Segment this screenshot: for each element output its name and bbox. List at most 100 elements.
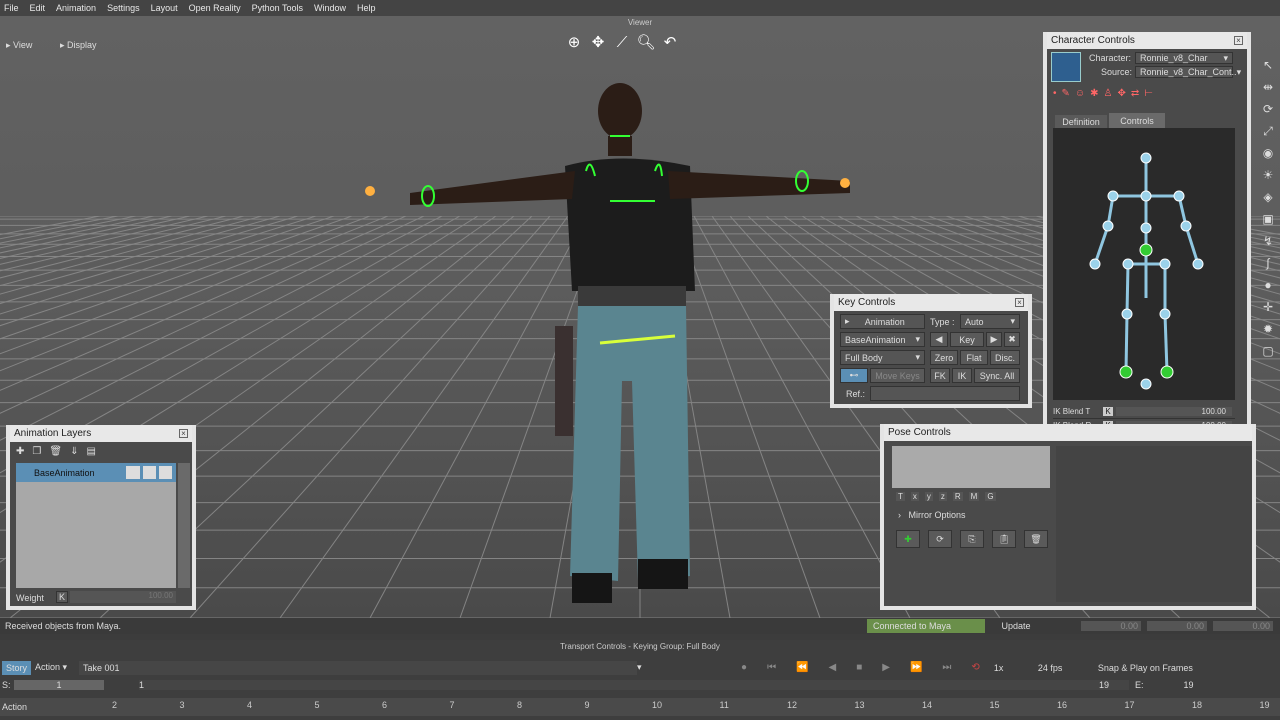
menu-item[interactable]: Animation <box>56 3 96 13</box>
next-frame-icon[interactable]: ⏩ <box>910 662 922 673</box>
character-logo-icon[interactable] <box>1051 52 1081 82</box>
stop-icon[interactable]: ■ <box>856 662 862 673</box>
scale-icon[interactable]: ⤢ <box>1260 124 1276 140</box>
pose-thumbnail-area[interactable] <box>892 446 1050 488</box>
layer-dropdown[interactable]: BaseAnimation ▾ <box>840 332 925 347</box>
action-dropdown[interactable]: Action ▾ <box>31 660 77 675</box>
add-pose-icon[interactable]: ✚ <box>896 530 920 548</box>
duplicate-layer-icon[interactable]: ❐ <box>32 446 41 457</box>
release-icon[interactable]: ⊢ <box>1144 88 1153 104</box>
display-menu-button[interactable]: ▸ Display <box>60 38 97 52</box>
key-mode-icon[interactable]: ⊷ <box>840 368 868 383</box>
tab-definition[interactable]: Definition <box>1055 115 1107 128</box>
source-dropdown[interactable]: Ronnie_v8_Char_Cont.. ▾ <box>1135 66 1241 78</box>
fk-button[interactable]: FK <box>930 368 950 383</box>
layer-row[interactable]: BaseAnimation <box>16 463 176 482</box>
axis-toggle[interactable]: G <box>985 492 996 501</box>
timeline-ruler[interactable]: 2 3 4 5 6 7 8 9 10 11 12 13 14 15 16 17 18 19 <box>28 698 1278 716</box>
prev-frame-icon[interactable]: ⏪ <box>796 662 808 673</box>
loop-icon[interactable]: ⟲ <box>971 662 979 673</box>
axis-toggle[interactable]: x <box>910 492 919 501</box>
weight-key-button[interactable]: K <box>56 591 68 603</box>
disc-button[interactable]: Disc. <box>990 350 1020 365</box>
delete-pose-icon[interactable]: 🗑︎ <box>1024 530 1048 548</box>
close-icon[interactable]: × <box>1234 36 1243 45</box>
layers-icon[interactable]: ▤ <box>86 446 95 457</box>
weight-slider[interactable]: 100.00 <box>70 591 176 603</box>
orbit-icon[interactable]: ⊕ <box>565 33 583 51</box>
pan-icon[interactable]: ✥ <box>589 33 607 51</box>
select-icon[interactable]: ↖ <box>1260 58 1276 74</box>
ref-dropdown[interactable] <box>870 386 1020 401</box>
mirror-options[interactable]: › Mirror Options <box>898 510 966 520</box>
character-figure[interactable] <box>350 81 870 618</box>
start-field[interactable]: 1 <box>14 680 104 690</box>
view-menu-button[interactable]: ▸ View <box>6 38 32 52</box>
effector-icon[interactable]: • <box>1053 88 1057 104</box>
delete-layer-icon[interactable]: 🗑︎ <box>49 446 62 457</box>
type-dropdown[interactable]: Auto ▾ <box>960 314 1020 329</box>
mute-icon[interactable] <box>159 466 172 479</box>
dolly-icon[interactable]: ⟋ <box>613 33 631 51</box>
body-part-icon[interactable]: ☺ <box>1075 88 1085 104</box>
update-button[interactable]: Update <box>991 619 1041 633</box>
axis-toggle[interactable]: y <box>924 492 933 501</box>
take-menu-icon[interactable]: ▾ <box>637 662 649 673</box>
paste-pose-icon[interactable]: 📋︎ <box>992 530 1016 548</box>
tab-controls[interactable]: Controls <box>1109 113 1165 128</box>
flat-button[interactable]: Flat <box>960 350 988 365</box>
sphere-icon[interactable]: ● <box>1260 278 1276 294</box>
play-icon[interactable]: ▶ <box>882 662 890 673</box>
story-button[interactable]: Story <box>2 660 32 675</box>
zero-button[interactable]: Zero <box>930 350 958 365</box>
translate-icon[interactable]: ⇹ <box>1260 80 1276 96</box>
fullbody-icon[interactable]: ♙ <box>1104 88 1113 104</box>
close-icon[interactable]: × <box>179 429 188 438</box>
key-button[interactable]: Key <box>950 332 984 347</box>
solo-icon[interactable] <box>143 466 156 479</box>
reach-icon[interactable]: ✥ <box>1117 88 1125 104</box>
close-icon[interactable]: × <box>1015 298 1024 307</box>
merge-layer-icon[interactable]: ⇓ <box>70 446 78 457</box>
axis-toggle[interactable]: z <box>938 492 947 501</box>
curve-icon[interactable]: ∫ <box>1260 256 1276 272</box>
end-field[interactable]: 19 <box>1184 680 1194 690</box>
speed-dropdown[interactable]: 1x <box>994 663 1038 673</box>
goto-start-icon[interactable]: ⏮ <box>767 662 776 673</box>
play-reverse-icon[interactable]: ◀ <box>829 662 837 673</box>
sun-icon[interactable]: ✹ <box>1260 322 1276 338</box>
null-icon[interactable]: ✛ <box>1260 300 1276 316</box>
axis-toggle[interactable]: R <box>952 492 963 501</box>
material-icon[interactable]: ◈ <box>1260 190 1276 206</box>
lock-icon[interactable] <box>126 466 140 479</box>
camera-icon[interactable]: ◉ <box>1260 146 1276 162</box>
menu-item[interactable]: Edit <box>30 3 46 13</box>
frame-icon[interactable]: ▢ <box>1260 344 1276 360</box>
take-dropdown[interactable]: Take 001 <box>79 660 638 675</box>
rename-pose-icon[interactable]: ⟳ <box>928 530 952 548</box>
body-dropdown[interactable]: Full Body ▾ <box>840 350 925 365</box>
goto-end-icon[interactable]: ⏭ <box>942 662 951 673</box>
animation-dropdown[interactable]: ▸ Animation <box>840 314 925 329</box>
character-body-map[interactable] <box>1053 128 1235 400</box>
menu-item[interactable]: Help <box>357 3 376 13</box>
bone-icon[interactable]: ↯ <box>1260 234 1276 250</box>
menu-item[interactable]: Window <box>314 3 346 13</box>
copy-pose-icon[interactable]: ⎘ <box>960 530 984 548</box>
next-key-icon[interactable]: ▶ <box>986 332 1002 347</box>
ik-slider[interactable]: 100.00 <box>1116 407 1232 416</box>
ik-button[interactable]: IK <box>952 368 972 383</box>
move-keys-button[interactable]: Move Keys <box>870 368 925 383</box>
pose-list[interactable] <box>1056 446 1252 602</box>
delete-key-icon[interactable]: ✖ <box>1004 332 1020 347</box>
select-icon[interactable]: ✱ <box>1090 88 1098 104</box>
ik-key-button[interactable]: K <box>1103 407 1113 416</box>
roll-icon[interactable]: ↶ <box>661 33 679 51</box>
character-dropdown[interactable]: Ronnie_v8_Char ▾ <box>1135 52 1233 64</box>
menu-item[interactable]: Settings <box>107 3 140 13</box>
time-slider[interactable]: 1 19 <box>139 680 1129 690</box>
pin-icon[interactable]: ✎ <box>1062 88 1070 104</box>
prev-key-icon[interactable]: ◀ <box>930 332 948 347</box>
axis-toggle[interactable]: M <box>968 492 980 501</box>
light-icon[interactable]: ☀ <box>1260 168 1276 184</box>
